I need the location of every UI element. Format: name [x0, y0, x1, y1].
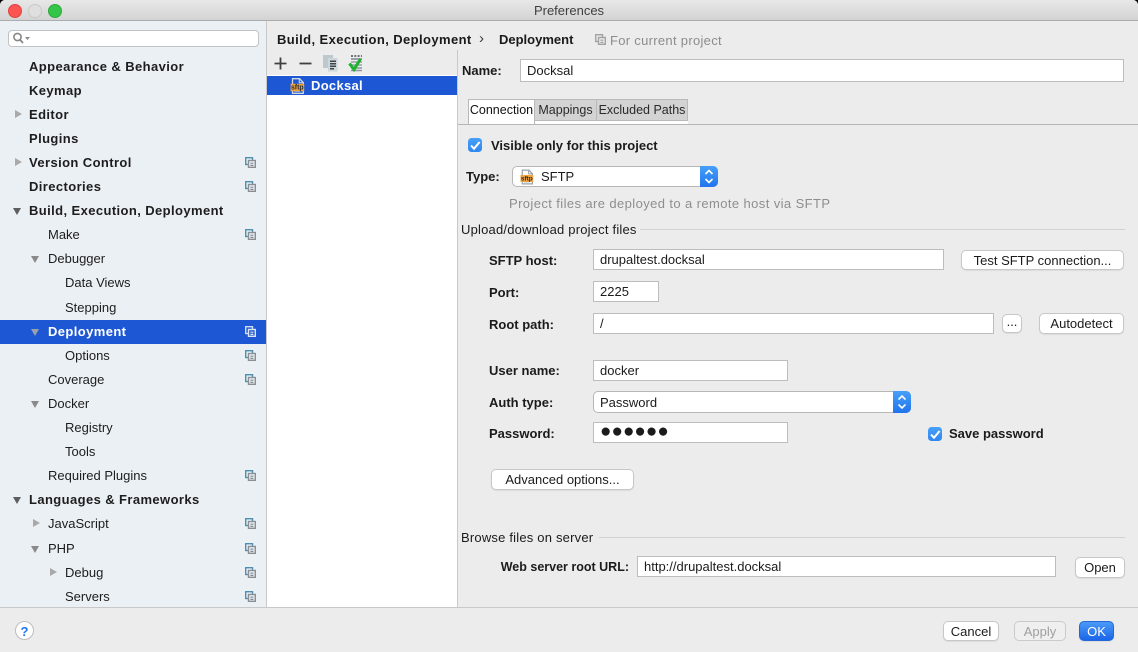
svg-text:sftp: sftp — [521, 175, 533, 182]
svg-text:sftp: sftp — [291, 84, 304, 91]
